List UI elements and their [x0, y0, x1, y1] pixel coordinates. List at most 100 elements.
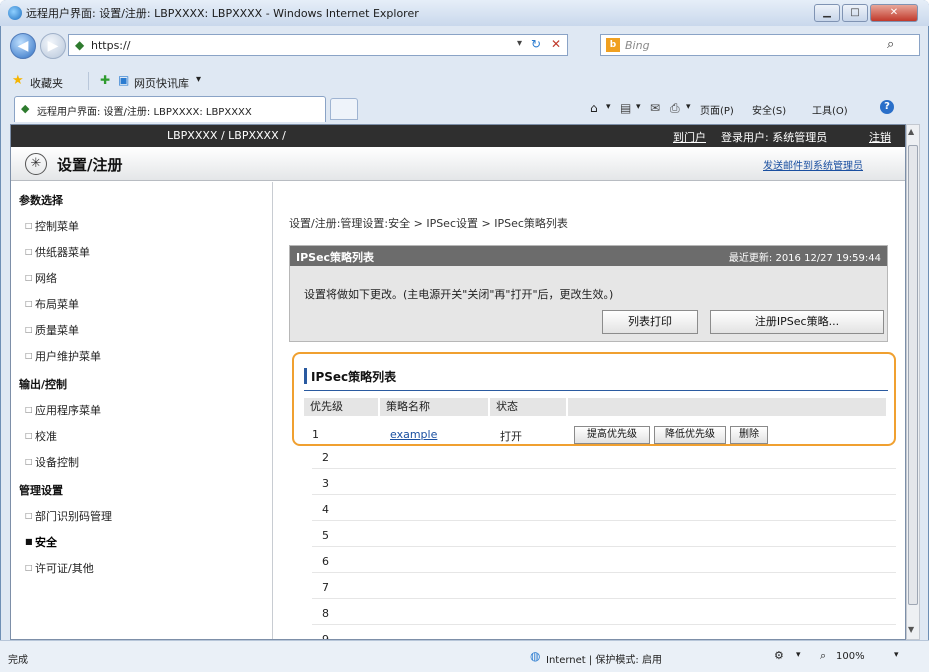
- home-dropdown-icon[interactable]: ▾: [606, 102, 611, 112]
- notice-text: 设置将做如下更改。(主电源开关"关闭"再"打开"后，更改生效。): [304, 288, 614, 301]
- web-slice-dropdown-icon[interactable]: ▾: [196, 74, 201, 85]
- close-icon[interactable]: ✕: [870, 4, 918, 22]
- sidebar: 参数选择 □ 控制菜单 □ 供纸器菜单 □ 网络 □ 布局菜单 □ 质量菜单 □ 用户维护菜单 输出/控制…: [11, 182, 273, 639]
- print-list-button[interactable]: 列表打印: [602, 310, 698, 334]
- protected-dropdown-icon[interactable]: ▾: [796, 650, 801, 660]
- home-icon[interactable]: ⌂: [590, 101, 598, 115]
- sidebar-item[interactable]: 许可证/其他: [35, 560, 94, 576]
- sidebar-item[interactable]: 部门识别码管理: [35, 508, 112, 524]
- refresh-icon[interactable]: ↻: [531, 37, 541, 51]
- last-updated: 最近更新: 2016 12/27 19:59:44: [728, 253, 881, 264]
- scroll-thumb[interactable]: [908, 145, 918, 605]
- search-icon[interactable]: ⌕: [887, 37, 894, 52]
- logout-link[interactable]: 注销: [869, 129, 891, 145]
- email-admin-link[interactable]: 发送邮件到系统管理员: [763, 157, 863, 172]
- print-icon[interactable]: ⎙: [670, 101, 680, 116]
- to-portal-link[interactable]: 到门户: [673, 129, 706, 145]
- security-zone[interactable]: Internet | 保护模式: 启用: [546, 651, 662, 666]
- bullet-icon: □: [25, 511, 33, 520]
- sidebar-item[interactable]: 控制菜单: [35, 218, 79, 234]
- bullet-icon: □: [25, 221, 33, 230]
- panel-title: IPSec策略列表: [296, 251, 375, 264]
- sidebar-item[interactable]: 供纸器菜单: [35, 244, 90, 260]
- feeds-dropdown-icon[interactable]: ▾: [636, 102, 641, 112]
- protected-icon[interactable]: ⚙: [774, 649, 784, 662]
- vertical-scrollbar[interactable]: ▲ ▼: [906, 124, 920, 640]
- lower-priority-button[interactable]: 降低优先级: [654, 426, 726, 444]
- sidebar-section-title: 参数选择: [19, 194, 63, 207]
- sidebar-item[interactable]: 质量菜单: [35, 322, 79, 338]
- col-priority: 优先级: [304, 398, 378, 416]
- page-header: ✳ 设置/注册 发送邮件到系统管理员: [11, 147, 905, 181]
- empty-row-priority: 4: [322, 503, 329, 516]
- row-divider: [312, 520, 896, 521]
- col-status: 状态: [490, 398, 566, 416]
- search-input[interactable]: Bing: [625, 39, 650, 52]
- raise-priority-button[interactable]: 提高优先级: [574, 426, 650, 444]
- stop-icon[interactable]: ✕: [551, 37, 561, 51]
- add-favorite-icon[interactable]: ✚: [100, 73, 110, 87]
- tab-bar: ◆ 远程用户界面: 设置/注册: LBPXXXX: LBPXXXX ⌂ ▾ ▤ …: [0, 94, 929, 124]
- sidebar-item[interactable]: 网络: [35, 270, 57, 286]
- address-bar[interactable]: ◆ https:// ▾ ↻ ✕: [68, 34, 568, 56]
- scroll-down-icon[interactable]: ▼: [908, 625, 914, 634]
- sidebar-item[interactable]: 布局菜单: [35, 296, 79, 312]
- url-text[interactable]: https://: [91, 39, 130, 52]
- help-icon[interactable]: ?: [880, 100, 894, 114]
- back-icon[interactable]: ◀: [10, 33, 36, 59]
- print-dropdown-icon[interactable]: ▾: [686, 102, 691, 112]
- tab-site-icon: ◆: [21, 102, 30, 115]
- scroll-up-icon[interactable]: ▲: [908, 127, 914, 136]
- navigation-bar: ◀ ▶ ◆ https:// ▾ ↻ ✕ b Bing ⌕: [0, 26, 929, 68]
- empty-row-priority: 3: [322, 477, 329, 490]
- mail-icon[interactable]: ✉: [650, 101, 660, 115]
- bullet-icon: □: [25, 351, 33, 360]
- window-title: 远程用户界面: 设置/注册: LBPXXXX: LBPXXXX - Window…: [26, 7, 419, 20]
- search-box[interactable]: b Bing ⌕: [600, 34, 920, 56]
- zoom-icon: ⌕: [820, 649, 827, 662]
- policy-name-link[interactable]: example: [390, 428, 437, 441]
- new-tab-button[interactable]: [330, 98, 358, 120]
- empty-row-priority: 9: [322, 633, 329, 640]
- register-policy-button[interactable]: 注册IPSec策略...: [710, 310, 884, 334]
- row-divider: [312, 494, 896, 495]
- tools-menu[interactable]: 工具(O): [812, 102, 848, 117]
- sidebar-item[interactable]: 应用程序菜单: [35, 402, 101, 418]
- sidebar-item[interactable]: 设备控制: [35, 454, 79, 470]
- web-slice-gallery[interactable]: 网页快讯库: [134, 75, 189, 91]
- bullet-icon: □: [25, 405, 33, 414]
- tab-current[interactable]: ◆ 远程用户界面: 设置/注册: LBPXXXX: LBPXXXX: [14, 96, 326, 122]
- favorites-star-icon: ★: [12, 73, 24, 88]
- forward-icon[interactable]: ▶: [40, 33, 66, 59]
- page-menu[interactable]: 页面(P): [700, 102, 734, 117]
- dropdown-icon[interactable]: ▾: [517, 38, 522, 49]
- empty-row-priority: 8: [322, 607, 329, 620]
- sidebar-item[interactable]: 用户维护菜单: [35, 348, 101, 364]
- section-marker: [304, 368, 307, 384]
- status-text: 完成: [8, 655, 28, 666]
- breadcrumb: 设置/注册:管理设置:安全 > IPSec设置 > IPSec策略列表: [289, 217, 568, 230]
- device-bar: LBPXXXX / LBPXXXX / 到门户 登录用户: 系统管理员 注销: [11, 125, 905, 147]
- sidebar-item[interactable]: 校准: [35, 428, 57, 444]
- zoom-level[interactable]: 100%: [836, 651, 865, 662]
- row-status: 打开: [500, 430, 522, 443]
- bullet-icon: □: [25, 247, 33, 256]
- web-page: LBPXXXX / LBPXXXX / 到门户 登录用户: 系统管理员 注销 ✳…: [10, 124, 906, 640]
- title-bar: 远程用户界面: 设置/注册: LBPXXXX: LBPXXXX - Window…: [0, 0, 929, 26]
- title-underline: [304, 390, 888, 391]
- favorites-button[interactable]: 收藏夹: [30, 75, 63, 91]
- bullet-icon: □: [25, 431, 33, 440]
- bullet-icon: □: [25, 457, 33, 466]
- zoom-dropdown-icon[interactable]: ▾: [894, 650, 899, 660]
- maximize-icon[interactable]: □: [842, 4, 868, 22]
- sidebar-item[interactable]: 安全: [35, 534, 57, 550]
- minimize-icon[interactable]: ▁: [814, 4, 840, 22]
- safety-menu[interactable]: 安全(S): [752, 102, 786, 117]
- sidebar-section-title: 输出/控制: [19, 378, 68, 391]
- ie-logo-icon: [8, 6, 22, 20]
- empty-row-priority: 2: [322, 451, 329, 464]
- delete-button[interactable]: 删除: [730, 426, 768, 444]
- feeds-icon[interactable]: ▤: [620, 101, 631, 115]
- col-actions: [568, 398, 886, 416]
- empty-row-priority: 7: [322, 581, 329, 594]
